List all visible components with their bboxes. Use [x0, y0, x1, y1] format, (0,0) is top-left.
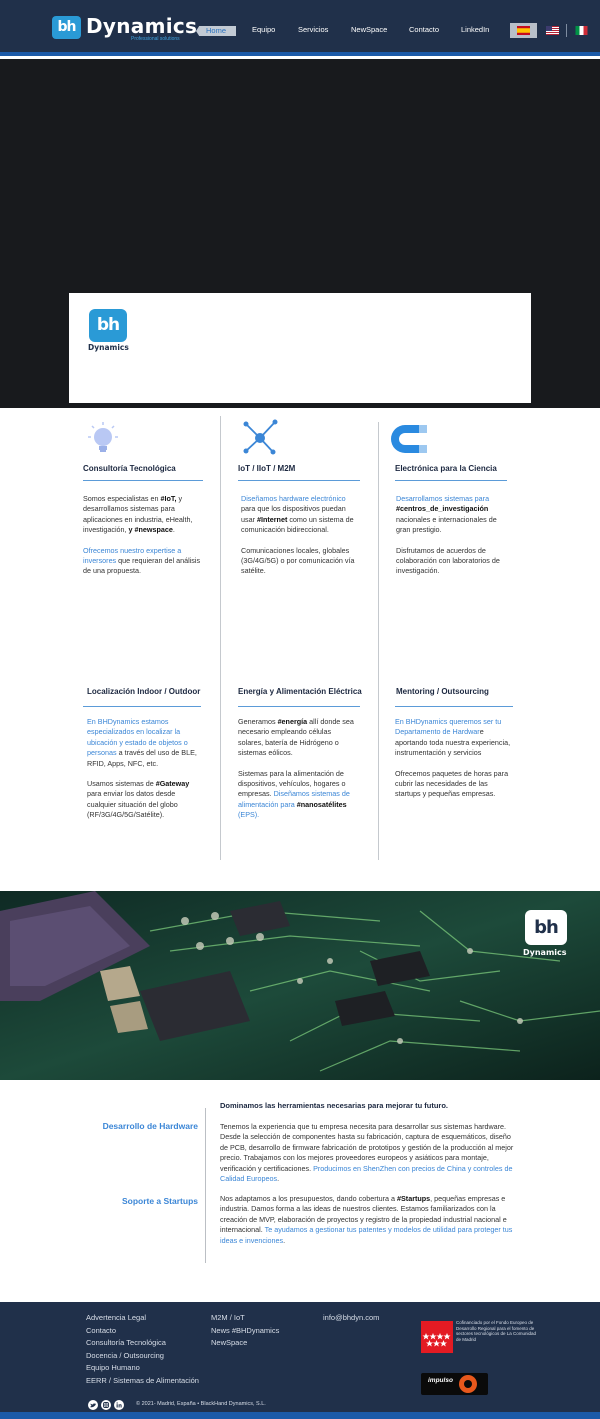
footer-link-eerr[interactable]: EERR / Sistemas de Alimentación — [86, 1375, 199, 1388]
impulso-text: impulso — [428, 1377, 453, 1384]
service-title: IoT / IIoT / M2M — [238, 464, 296, 473]
language-divider — [566, 24, 567, 37]
title-underline — [238, 480, 360, 481]
nav-linkedin[interactable]: LinkedIn — [461, 24, 489, 36]
service-title: Mentoring / Outsourcing — [396, 687, 489, 696]
network-nodes-icon — [243, 419, 278, 455]
service-description: Desarrollamos sistemas para #centros_de_… — [396, 494, 500, 576]
tools-heading: Dominamos las herramientas necesarias pa… — [220, 1101, 448, 1110]
footer-link-advertencia[interactable]: Advertencia Legal — [86, 1312, 146, 1325]
service-description: En BHDynamics queremos ser tu Departamen… — [395, 717, 511, 799]
section-divider — [205, 1108, 206, 1263]
hero-logo-text: Dynamics — [88, 343, 129, 352]
title-underline — [238, 706, 360, 707]
title-underline — [395, 706, 513, 707]
lightbulb-icon — [88, 422, 118, 452]
title-underline — [83, 480, 203, 481]
flag-it-icon[interactable] — [575, 26, 588, 35]
hero-logo-mark: bh — [89, 309, 127, 342]
nav-newspace[interactable]: NewSpace — [351, 24, 387, 36]
banner-logo-mark: bh — [525, 910, 567, 945]
startups-label: Soporte a Startups — [121, 1196, 198, 1206]
nav-servicios[interactable]: Servicios — [298, 24, 328, 36]
title-underline — [395, 480, 507, 481]
banner-logo-text: Dynamics — [523, 948, 567, 957]
column-divider — [378, 422, 379, 860]
column-divider — [220, 416, 221, 860]
instagram-icon[interactable] — [101, 1400, 111, 1410]
service-title: Electrónica para la Ciencia — [395, 464, 497, 473]
footer-email[interactable]: info@bhdyn.com — [323, 1312, 379, 1325]
service-title: Energía y Alimentación Eléctrica — [238, 687, 362, 696]
footer-link-docencia[interactable]: Docencia / Outsourcing — [86, 1350, 164, 1363]
funding-notice: Cofinanciado por el Fondo Europeo de Des… — [456, 1320, 537, 1342]
magnet-icon — [391, 425, 427, 453]
nav-home[interactable]: Home — [196, 26, 236, 36]
footer-link-newspace[interactable]: NewSpace — [211, 1337, 247, 1350]
nav-contacto[interactable]: Contacto — [409, 24, 439, 36]
circuit-board-image — [0, 891, 600, 1080]
logo-tagline: Professional solutions — [131, 36, 180, 42]
footer-link-m2m[interactable]: M2M / IoT — [211, 1312, 245, 1325]
footer-link-equipo[interactable]: Equipo Humano — [86, 1362, 140, 1375]
logo-text[interactable]: Dynamics — [86, 15, 197, 37]
service-description: Generamos #energía allí donde sea necesa… — [238, 717, 354, 820]
service-description: Somos especialistas en #IoT, y desarroll… — [83, 494, 201, 576]
title-underline — [83, 706, 201, 707]
footer-link-consultoria[interactable]: Consultoría Tecnológica — [86, 1337, 166, 1350]
pcb-banner — [0, 891, 600, 1080]
footer-link-news[interactable]: News #BHDynamics — [211, 1325, 279, 1338]
nav-equipo[interactable]: Equipo — [252, 24, 275, 36]
footer-link-contacto[interactable]: Contacto — [86, 1325, 116, 1338]
twitter-icon[interactable] — [88, 1400, 98, 1410]
linkedin-icon[interactable] — [114, 1400, 124, 1410]
startups-text: Nos adaptamos a los presupuestos, dando … — [220, 1194, 513, 1245]
service-description: En BHDynamics estamos especializados en … — [87, 717, 197, 820]
flag-us-icon[interactable] — [546, 26, 559, 35]
hero-card — [69, 293, 531, 403]
logo-mark[interactable]: bh — [52, 16, 81, 39]
impulso-ring-icon — [459, 1375, 477, 1393]
service-description: Diseñamos hardware electrónico para que … — [241, 494, 355, 576]
service-title: Consultoría Tecnológica — [83, 464, 176, 473]
service-title: Localización Indoor / Outdoor — [87, 687, 201, 696]
hardware-text: Tenemos la experiencia que tu empresa ne… — [220, 1122, 514, 1184]
flag-es-icon[interactable] — [517, 26, 530, 35]
comunidad-madrid-flag-icon — [421, 1321, 453, 1353]
copyright: © 2021- Madrid, España • BlackHand Dynam… — [136, 1401, 266, 1407]
footer-stripe — [0, 1412, 600, 1419]
hardware-label: Desarrollo de Hardware — [102, 1121, 198, 1131]
